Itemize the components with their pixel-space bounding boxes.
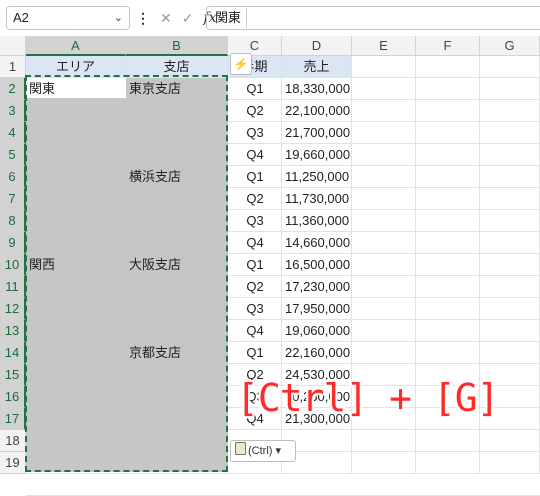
- sales-cell[interactable]: 18,330,000: [285, 78, 350, 100]
- quick-analysis-icon[interactable]: ⚡: [230, 53, 252, 75]
- half-cell[interactable]: Q2: [231, 276, 279, 298]
- sales-cell[interactable]: 16,500,000: [285, 254, 350, 276]
- formula-bar: A2 ⌄ ⋮ ✕ ✓ fx ⌄ 関東: [0, 0, 540, 37]
- row-header-9[interactable]: 9: [0, 232, 26, 254]
- sales-cell[interactable]: 11,360,000: [285, 210, 349, 232]
- enter-check-icon[interactable]: ✓: [182, 10, 194, 27]
- row-header-6[interactable]: 6: [0, 166, 26, 188]
- formula-input[interactable]: 関東: [206, 6, 540, 30]
- gridline-horizontal: [26, 473, 540, 474]
- half-cell[interactable]: Q1: [231, 254, 279, 276]
- half-cell[interactable]: Q2: [231, 188, 279, 210]
- spreadsheet-grid[interactable]: ABCDEFG 1 2 3 4 5 6 7 8 9 10 11 12 13 14 15 16 17 18 19 エリ…: [0, 36, 540, 496]
- clipboard-icon: [235, 442, 246, 455]
- sales-cell[interactable]: 22,100,000: [285, 100, 350, 122]
- sales-cell[interactable]: 21,700,000: [285, 122, 350, 144]
- half-cell[interactable]: Q3: [231, 298, 279, 320]
- column-header-e[interactable]: E: [352, 36, 416, 56]
- half-cell[interactable]: Q4: [231, 144, 279, 166]
- row-header-14[interactable]: 14: [0, 342, 26, 364]
- row-header-17[interactable]: 17: [0, 408, 26, 430]
- header-cell-sales[interactable]: 売上: [282, 56, 351, 78]
- row-header-1[interactable]: 1: [0, 56, 26, 78]
- column-header-f[interactable]: F: [416, 36, 480, 56]
- row-header-13[interactable]: 13: [0, 320, 26, 342]
- more-options-icon[interactable]: ⋮: [136, 10, 150, 27]
- row-header-18[interactable]: 18: [0, 430, 26, 452]
- row-header-7[interactable]: 7: [0, 188, 26, 210]
- cancel-icon[interactable]: ✕: [160, 10, 172, 27]
- row-header-10[interactable]: 10: [0, 254, 26, 276]
- half-cell[interactable]: Q1: [231, 166, 279, 188]
- sales-cell[interactable]: 14,660,000: [285, 232, 350, 254]
- column-header-a[interactable]: A: [26, 36, 126, 56]
- half-cell[interactable]: Q2: [231, 100, 279, 122]
- row-header-11[interactable]: 11: [0, 276, 26, 298]
- half-cell[interactable]: Q1: [231, 342, 279, 364]
- select-all-corner[interactable]: [0, 36, 26, 56]
- paste-options-button[interactable]: (Ctrl) ▾: [230, 440, 296, 462]
- row-header-8[interactable]: 8: [0, 210, 26, 232]
- sales-cell[interactable]: 17,950,000: [285, 298, 350, 320]
- copy-marquee: [25, 75, 228, 472]
- column-header-b[interactable]: B: [126, 36, 228, 56]
- sales-cell[interactable]: 11,730,000: [285, 188, 349, 210]
- name-box[interactable]: A2 ⌄: [6, 6, 130, 30]
- column-header-d[interactable]: D: [282, 36, 352, 56]
- sales-cell[interactable]: 19,660,000: [285, 144, 350, 166]
- sales-cell[interactable]: 17,230,000: [285, 276, 350, 298]
- shortcut-overlay: [Ctrl] + [G]: [236, 376, 500, 420]
- row-header-16[interactable]: 16: [0, 386, 26, 408]
- half-cell[interactable]: Q1: [231, 78, 279, 100]
- row-header-4[interactable]: 4: [0, 122, 26, 144]
- half-cell[interactable]: Q3: [231, 210, 279, 232]
- half-cell[interactable]: Q3: [231, 122, 279, 144]
- row-header-19[interactable]: 19: [0, 452, 26, 474]
- half-cell[interactable]: Q4: [231, 232, 279, 254]
- half-cell[interactable]: Q4: [231, 320, 279, 342]
- chevron-down-icon[interactable]: ⌄: [114, 7, 123, 29]
- paste-options-label: (Ctrl): [248, 445, 273, 457]
- row-header-2[interactable]: 2: [0, 78, 26, 100]
- sales-cell[interactable]: 19,060,000: [285, 320, 350, 342]
- column-header-g[interactable]: G: [480, 36, 540, 56]
- name-box-value: A2: [13, 10, 29, 25]
- sales-cell[interactable]: 11,250,000: [285, 166, 349, 188]
- sales-cell[interactable]: 22,160,000: [285, 342, 350, 364]
- row-header-3[interactable]: 3: [0, 100, 26, 122]
- row-header-12[interactable]: 12: [0, 298, 26, 320]
- row-header-5[interactable]: 5: [0, 144, 26, 166]
- row-header-15[interactable]: 15: [0, 364, 26, 386]
